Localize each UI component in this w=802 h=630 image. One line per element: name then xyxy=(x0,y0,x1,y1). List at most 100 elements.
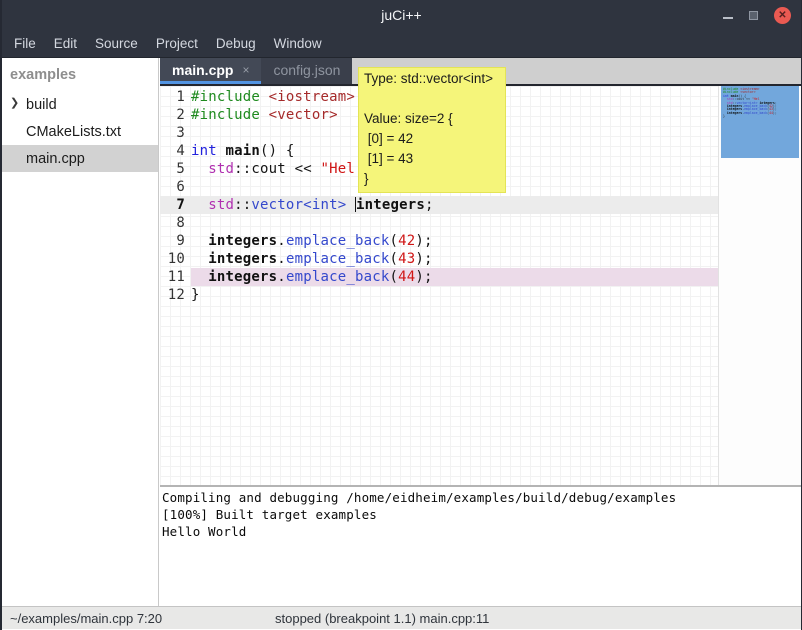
menu-item-project[interactable]: Project xyxy=(147,30,207,57)
line-number[interactable]: 10 xyxy=(160,250,191,268)
tab-label: config.json xyxy=(273,62,340,78)
code-line[interactable]: 11 integers.emplace_back(44); xyxy=(160,268,718,286)
tooltip-line: [0] = 42 xyxy=(364,129,500,149)
code-token xyxy=(191,269,208,285)
code-token: ( xyxy=(389,251,398,267)
code-token: :: xyxy=(234,197,251,213)
code-token: 42 xyxy=(398,233,415,249)
tooltip-line: Type: std::vector<int> xyxy=(364,69,500,89)
code-text: integers.emplace_back(44); xyxy=(191,268,718,286)
code-token: main xyxy=(226,143,261,159)
code-token: ( xyxy=(389,269,398,285)
tabs: main.cpp × config.json xyxy=(160,58,352,84)
tree-item-label: CMakeLists.txt xyxy=(2,124,121,140)
code-token: std xyxy=(208,161,234,177)
code-token: integers xyxy=(208,269,277,285)
sidebar-item-cmakelists-txt[interactable]: CMakeLists.txt xyxy=(2,118,158,145)
code-token: . xyxy=(277,233,286,249)
menubar: FileEditSourceProjectDebugWindow xyxy=(2,30,801,58)
code-line[interactable]: 10 integers.emplace_back(43); xyxy=(160,250,718,268)
menu-item-window[interactable]: Window xyxy=(265,30,331,57)
code-line[interactable]: 12} xyxy=(160,286,718,304)
minimap-line: } xyxy=(721,115,799,118)
code-token xyxy=(191,233,208,249)
code-token xyxy=(191,197,208,213)
code-token: () { xyxy=(260,143,295,159)
expander-icon[interactable]: ❯ xyxy=(10,96,19,109)
restore-icon[interactable] xyxy=(749,11,758,20)
output-line: [100%] Built target examples xyxy=(162,506,801,523)
minimap-viewport[interactable]: #include <iostream>#include <vector>int … xyxy=(721,86,799,158)
code-token: int xyxy=(191,143,217,159)
line-number[interactable]: 4 xyxy=(160,142,191,160)
tooltip-line: [1] = 43 xyxy=(364,149,500,169)
code-text: std::vector<int> integers; xyxy=(191,196,718,214)
code-line[interactable]: 7 std::vector<int> integers; xyxy=(160,196,718,214)
file-tree: ❯build CMakeLists.txt main.cpp xyxy=(2,91,158,172)
code-token: #include xyxy=(191,89,260,105)
menu-item-edit[interactable]: Edit xyxy=(45,30,86,57)
code-token: . xyxy=(277,269,286,285)
code-token xyxy=(217,143,226,159)
code-token: ; xyxy=(425,197,434,213)
line-number[interactable]: 11 xyxy=(160,268,191,286)
line-number[interactable]: 1 xyxy=(160,88,191,106)
menu-item-debug[interactable]: Debug xyxy=(207,30,265,57)
file-tree-sidebar[interactable]: examples ❯buildCMakeLists.txtmain.cpp xyxy=(2,58,158,606)
code-token: ( xyxy=(389,233,398,249)
code-token: <vector> xyxy=(269,107,338,123)
code-token xyxy=(191,251,208,267)
code-token: emplace_back xyxy=(286,233,390,249)
sidebar-item-main-cpp[interactable]: main.cpp xyxy=(2,145,158,172)
minimap-token: integers xyxy=(727,111,742,115)
line-number[interactable]: 2 xyxy=(160,106,191,124)
code-token: 44 xyxy=(398,269,415,285)
juci-window: juCi++ ✕ FileEditSourceProjectDebugWindo… xyxy=(0,0,802,630)
tooltip-line: } xyxy=(364,169,500,189)
code-text: integers.emplace_back(42); xyxy=(191,232,718,250)
code-token xyxy=(191,161,208,177)
tab-close-icon[interactable]: × xyxy=(242,63,249,77)
code-token: ); xyxy=(415,251,432,267)
tree-item-label: main.cpp xyxy=(2,151,85,167)
code-token: << xyxy=(286,161,321,177)
menu-item-source[interactable]: Source xyxy=(86,30,147,57)
sidebar-item-build[interactable]: ❯build xyxy=(2,91,158,118)
line-number[interactable]: 5 xyxy=(160,160,191,178)
line-number[interactable]: 6 xyxy=(160,178,191,196)
debug-value-tooltip: Type: std::vector<int>Value: size=2 { [0… xyxy=(358,67,506,193)
tab-config-json[interactable]: config.json xyxy=(261,58,352,84)
build-output-panel[interactable]: Compiling and debugging /home/eidheim/ex… xyxy=(160,485,801,606)
line-number[interactable]: 9 xyxy=(160,232,191,250)
code-token: std xyxy=(208,197,234,213)
minimize-icon[interactable] xyxy=(723,17,733,19)
code-text xyxy=(191,214,718,232)
titlebar[interactable]: juCi++ ✕ xyxy=(2,0,801,30)
status-debug-state: stopped (breakpoint 1.1) main.cpp:11 xyxy=(275,611,489,626)
code-text: integers.emplace_back(43); xyxy=(191,250,718,268)
code-token: integers xyxy=(356,197,425,213)
line-number[interactable]: 7 xyxy=(160,196,191,214)
code-token: emplace_back xyxy=(286,251,390,267)
code-token: ); xyxy=(415,269,432,285)
minimap[interactable]: #include <iostream>#include <vector>int … xyxy=(718,86,801,485)
code-line[interactable]: 9 integers.emplace_back(42); xyxy=(160,232,718,250)
close-icon[interactable]: ✕ xyxy=(774,7,791,24)
code-token: . xyxy=(277,251,286,267)
code-token: emplace_back xyxy=(286,269,390,285)
code-token: 43 xyxy=(398,251,415,267)
code-token xyxy=(260,107,269,123)
tab-label: main.cpp xyxy=(172,62,233,78)
menu-item-file[interactable]: File xyxy=(5,30,45,57)
code-line[interactable]: 8 xyxy=(160,214,718,232)
tooltip-line: Value: size=2 { xyxy=(364,109,500,129)
code-token: } xyxy=(191,287,200,303)
output-line: Hello World xyxy=(162,523,801,540)
line-number[interactable]: 3 xyxy=(160,124,191,142)
line-number[interactable]: 8 xyxy=(160,214,191,232)
tab-main-cpp[interactable]: main.cpp × xyxy=(160,58,261,84)
tooltip-line xyxy=(364,89,500,109)
line-number[interactable]: 12 xyxy=(160,286,191,304)
minimap-token: } xyxy=(723,114,725,118)
code-token: #include xyxy=(191,107,260,123)
